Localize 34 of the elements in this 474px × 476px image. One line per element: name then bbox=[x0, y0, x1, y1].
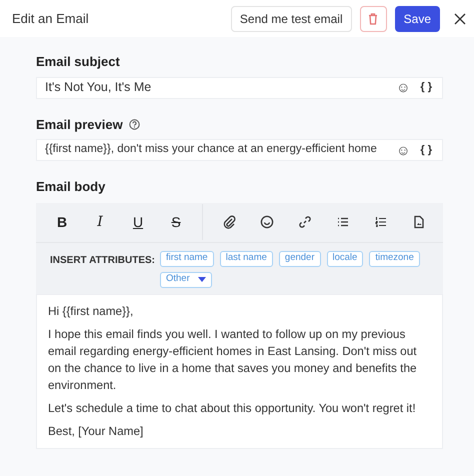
smiley-icon bbox=[260, 215, 274, 229]
field-label: Email preview bbox=[36, 116, 123, 134]
attributes-label: INSERT ATTRIBUTES: bbox=[50, 254, 155, 268]
save-button[interactable]: Save bbox=[394, 6, 440, 32]
send-test-button[interactable]: Send me test email bbox=[230, 6, 352, 32]
emoji-button[interactable]: ☺ bbox=[396, 140, 410, 160]
italic-button[interactable]: I bbox=[81, 202, 119, 242]
underline-button[interactable]: U bbox=[119, 202, 157, 242]
preview-field[interactable]: {{first name}}, don't miss your chance at an energy-efficient home ☺ { } bbox=[36, 139, 443, 161]
caret-icon bbox=[198, 277, 206, 282]
body-paragraph: Hi {{first name}}, bbox=[48, 302, 134, 320]
delete-button[interactable] bbox=[360, 6, 387, 32]
field-label: Email subject bbox=[36, 53, 121, 71]
subject-field[interactable]: It's Not You, It's Me ☺ { } bbox=[36, 76, 443, 98]
strike-button[interactable]: S bbox=[157, 202, 195, 242]
bullet-list-icon bbox=[336, 215, 350, 229]
bold-button[interactable]: B bbox=[43, 202, 81, 242]
close-icon[interactable] bbox=[454, 12, 466, 24]
body-paragraph: Best, [Your Name] bbox=[48, 422, 144, 440]
field-label: Email body bbox=[36, 178, 106, 196]
help-icon[interactable] bbox=[128, 118, 140, 130]
variables-button[interactable]: { } bbox=[420, 142, 432, 158]
numbered-list-icon bbox=[374, 215, 388, 229]
trash-icon bbox=[368, 12, 378, 24]
link-icon bbox=[298, 215, 312, 229]
field-value: It's Not You, It's Me bbox=[45, 79, 152, 96]
field-value: {{first name}}, don't miss your chance at an energy-efficient home bbox=[45, 142, 378, 158]
variables-button[interactable]: { } bbox=[420, 79, 432, 96]
body-paragraph: I hope this email finds you well. I wanted to follow up on my previous email regarding energy-efficient homes in East Lansing. Don't miss out on the chance to live in a home that saves you money and benefits the environment. bbox=[48, 326, 418, 394]
emoji-button[interactable]: ☺ bbox=[396, 77, 410, 98]
image-file-icon bbox=[412, 215, 426, 229]
panel-title: Edit an Email bbox=[12, 10, 90, 28]
paperclip-icon bbox=[222, 215, 236, 229]
body-paragraph: Let's schedule a time to chat about this opportunity. You won't regret it! bbox=[48, 400, 417, 416]
